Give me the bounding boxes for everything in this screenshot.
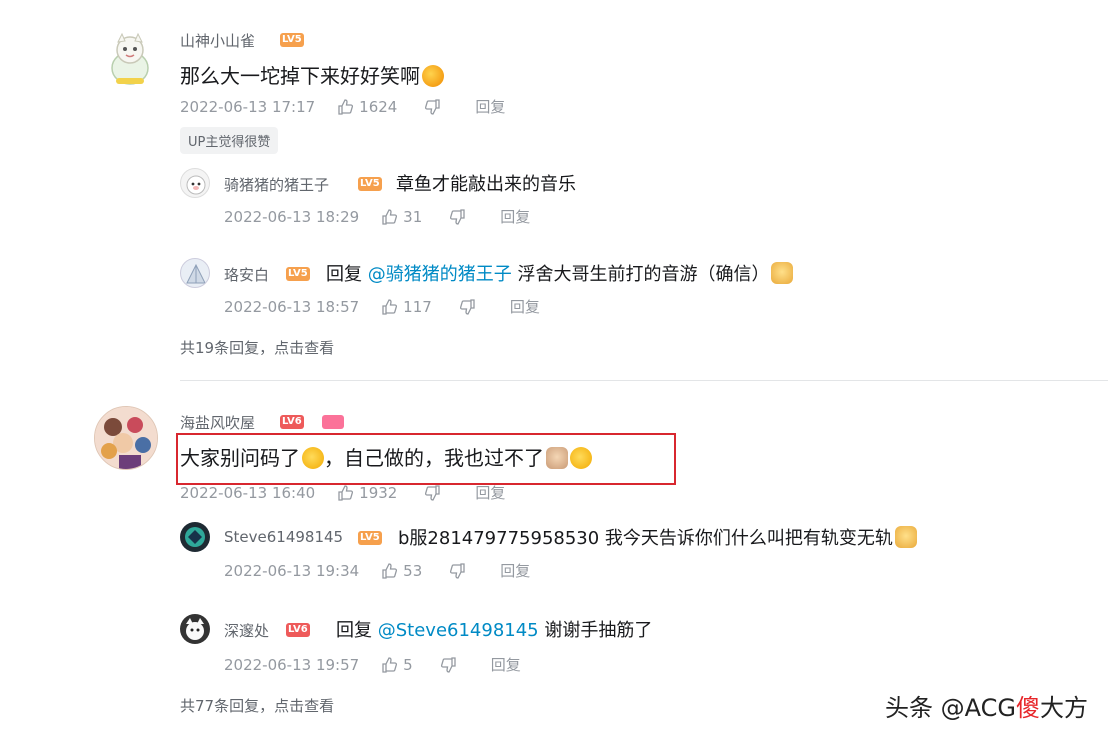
highlight-box — [176, 433, 676, 485]
username[interactable]: 山神小山雀 — [180, 30, 255, 51]
cat-emoji-icon — [894, 526, 917, 548]
thumbs-down-icon — [440, 656, 456, 673]
vip-badge-icon — [322, 415, 344, 429]
reply-prefix: 回复 — [326, 264, 362, 285]
like-button[interactable]: 1932 — [337, 484, 397, 502]
like-button[interactable]: 31 — [381, 208, 422, 226]
like-button[interactable]: 117 — [381, 298, 432, 316]
timestamp: 2022-06-13 16:40 — [180, 483, 316, 502]
dislike-button[interactable] — [450, 562, 472, 579]
like-button[interactable]: 5 — [381, 656, 413, 674]
watermark-red: 傻 — [1016, 694, 1040, 722]
thumbs-up-icon — [382, 656, 398, 673]
reply-body: 章鱼才能敲出来的音乐 — [396, 174, 576, 195]
like-button[interactable]: 53 — [381, 562, 422, 580]
reply-username[interactable]: 珞安白 — [224, 264, 269, 285]
thumbs-down-icon — [450, 562, 465, 579]
thumbs-down-icon — [450, 208, 465, 225]
reply-avatar[interactable] — [180, 614, 210, 644]
reply-button[interactable]: 回复 — [475, 482, 505, 503]
mention-link[interactable]: @Steve61498145 — [378, 620, 539, 641]
like-count: 31 — [403, 207, 423, 226]
reply-avatar[interactable] — [180, 168, 210, 198]
level-badge: LV5 — [358, 531, 382, 545]
view-more-replies[interactable]: 共77条回复，点击查看 — [180, 695, 334, 716]
timestamp: 2022-06-13 19:57 — [224, 655, 360, 674]
reply-username[interactable]: 骑猪猪的猪王子 — [224, 174, 329, 195]
up-liked-tag: UP主觉得很赞 — [180, 127, 279, 154]
view-more-replies[interactable]: 共19条回复，点击查看 — [180, 337, 334, 358]
watermark-prefix: 头条 @ACG — [885, 694, 1016, 722]
watermark: 头条 @ACG傻大方 — [885, 688, 1088, 723]
reply-meta: 2022-06-13 18:29 31 回复 — [224, 206, 558, 227]
like-count: 5 — [403, 655, 413, 674]
timestamp: 2022-06-13 17:17 — [180, 97, 316, 116]
level-badge: LV5 — [358, 177, 382, 191]
reply-button[interactable]: 回复 — [500, 560, 530, 581]
thumbs-down-icon — [425, 484, 441, 501]
comment-body: 那么大一坨掉下来好好笑啊 — [180, 64, 420, 88]
reply-button[interactable]: 回复 — [491, 654, 521, 675]
comment-meta: 2022-06-13 16:40 1932 回复 — [180, 482, 533, 503]
thumbs-up-icon — [382, 562, 398, 579]
reply-username[interactable]: 深邃处 — [224, 620, 269, 641]
reply-body: 浮舍大哥生前打的音游（确信） — [517, 264, 770, 285]
reply-meta: 2022-06-13 18:57 117 回复 — [224, 296, 568, 317]
reply-username[interactable]: Steve61498145 — [224, 528, 343, 546]
reply-text: 章鱼才能敲出来的音乐 — [396, 170, 576, 196]
reply-avatar[interactable] — [180, 258, 210, 288]
reply-button[interactable]: 回复 — [475, 96, 505, 117]
dislike-button[interactable] — [440, 656, 463, 673]
dislike-button[interactable] — [459, 298, 482, 315]
thumbs-up-icon — [382, 298, 398, 315]
mention-link[interactable]: @骑猪猪的猪王子 — [368, 264, 512, 285]
reply-text: 回复 @骑猪猪的猪王子 浮舍大哥生前打的音游（确信） — [326, 260, 794, 286]
comment-meta: 2022-06-13 17:17 1624 回复 — [180, 96, 533, 117]
timestamp: 2022-06-13 19:34 — [224, 561, 360, 580]
comment-text: 那么大一坨掉下来好好笑啊 — [180, 60, 444, 89]
level-badge: LV5 — [286, 267, 310, 281]
reply-button[interactable]: 回复 — [500, 206, 530, 227]
reply-button[interactable]: 回复 — [510, 296, 540, 317]
timestamp: 2022-06-13 18:57 — [224, 297, 360, 316]
reply-meta: 2022-06-13 19:57 5 回复 — [224, 654, 549, 675]
level-badge: LV6 — [286, 623, 310, 637]
timestamp: 2022-06-13 18:29 — [224, 207, 360, 226]
cat-emoji-icon — [771, 262, 794, 284]
thumbs-down-icon — [425, 98, 441, 115]
dislike-button[interactable] — [425, 484, 447, 501]
dislike-button[interactable] — [425, 98, 447, 115]
like-count: 1624 — [359, 97, 398, 116]
reply-avatar[interactable] — [180, 522, 210, 552]
dislike-button[interactable] — [450, 208, 472, 225]
reply-meta: 2022-06-13 19:34 53 回复 — [224, 560, 558, 581]
laughing-emoji-icon — [422, 65, 444, 87]
thumbs-down-icon — [459, 298, 475, 315]
thumbs-up-icon — [338, 98, 354, 115]
like-count: 1932 — [359, 483, 398, 502]
avatar[interactable] — [94, 406, 158, 470]
reply-text: b服281479775958530 我今天告诉你们什么叫把有轨变无轨 — [398, 524, 917, 550]
watermark-suffix: 大方 — [1040, 694, 1088, 722]
reply-text: 回复 @Steve61498145 谢谢手抽筋了 — [336, 616, 652, 642]
like-count: 117 — [403, 297, 432, 316]
avatar[interactable] — [106, 28, 154, 88]
reply-body: 谢谢手抽筋了 — [544, 620, 653, 641]
reply-prefix: 回复 — [336, 620, 372, 641]
level-badge: LV6 — [280, 415, 304, 429]
like-count: 53 — [403, 561, 423, 580]
username[interactable]: 海盐风吹屋 — [180, 412, 255, 433]
thumbs-up-icon — [338, 484, 354, 501]
thumbs-up-icon — [382, 208, 398, 225]
level-badge: LV5 — [280, 33, 304, 47]
divider — [180, 380, 1108, 381]
like-button[interactable]: 1624 — [337, 98, 397, 116]
reply-body: b服281479775958530 我今天告诉你们什么叫把有轨变无轨 — [398, 528, 893, 549]
